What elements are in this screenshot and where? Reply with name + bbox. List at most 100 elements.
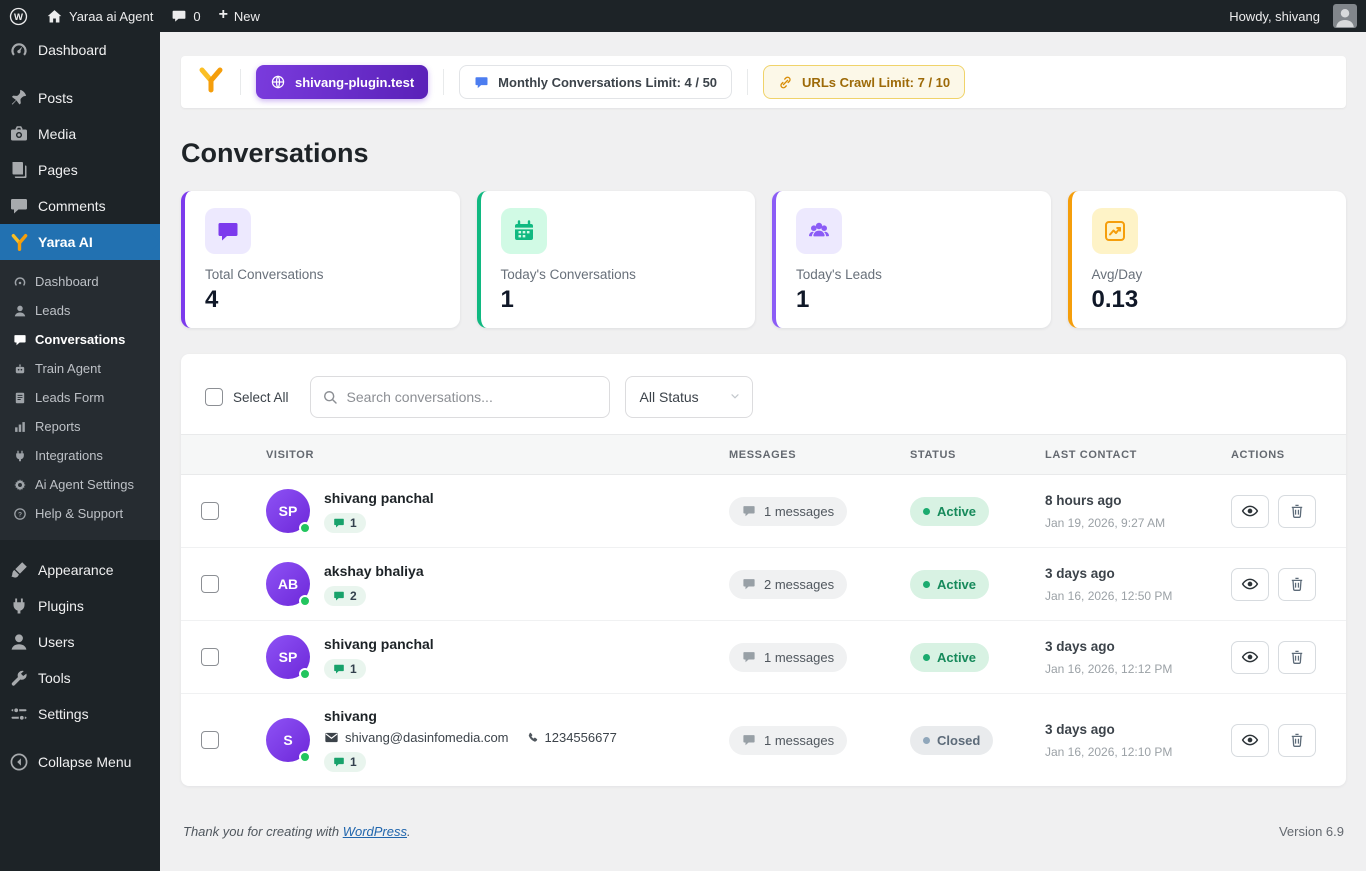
messages-pill: 1 messages: [729, 496, 848, 526]
user-icon: [9, 632, 29, 652]
delete-button[interactable]: [1278, 723, 1316, 757]
sidebar-label: Tools: [38, 670, 71, 686]
page-title: Conversations: [181, 138, 369, 168]
visitor-email: shivang@dasinfomedia.com: [345, 730, 509, 745]
submenu-label: Help & Support: [35, 506, 124, 521]
select-all-checkbox[interactable]: [205, 388, 223, 406]
visitor-name: shivang panchal: [324, 635, 434, 652]
stat-value: 1: [500, 286, 514, 313]
view-button[interactable]: [1231, 567, 1269, 601]
search-input[interactable]: [309, 376, 610, 418]
status-badge: Active: [910, 569, 990, 599]
sidebar-label: Media: [38, 126, 77, 142]
status-text: Closed: [937, 732, 981, 748]
visitor-name: shivang panchal: [324, 489, 434, 506]
visitor-contact: shivang@dasinfomedia.com 1234556677: [324, 730, 617, 745]
howdy-menu[interactable]: Howdy, shivang: [1220, 0, 1366, 32]
globe-icon: [270, 74, 286, 90]
status-filter-value: All Status: [639, 389, 699, 405]
sidebar-item-yaraa-ai[interactable]: Yaraa AI: [0, 224, 160, 260]
site-name-menu[interactable]: Yaraa ai Agent: [37, 0, 162, 32]
submenu-item-ai-agent-settings[interactable]: Ai Agent Settings: [0, 470, 160, 499]
chat-icon: [333, 756, 345, 768]
sidebar-item-pages[interactable]: Pages: [0, 152, 160, 188]
search-box: [309, 376, 610, 418]
site-domain-badge[interactable]: shivang-plugin.test: [256, 65, 429, 99]
row-checkbox[interactable]: [201, 575, 219, 593]
sidebar-item-settings[interactable]: Settings: [0, 696, 160, 732]
submenu-item-reports[interactable]: Reports: [0, 412, 160, 441]
row-checkbox[interactable]: [201, 502, 219, 520]
sidebar-item-users[interactable]: Users: [0, 624, 160, 660]
pages-icon: [9, 160, 29, 180]
view-button[interactable]: [1231, 494, 1269, 528]
footer-thanks: Thank you for creating with WordPress.: [183, 824, 411, 839]
sidebar-item-appearance[interactable]: Appearance: [0, 552, 160, 588]
avatar: S: [266, 718, 311, 763]
view-button[interactable]: [1231, 640, 1269, 674]
delete-button[interactable]: [1278, 640, 1316, 674]
sidebar-item-plugins[interactable]: Plugins: [0, 588, 160, 624]
collapse-menu[interactable]: Collapse Menu: [0, 744, 160, 780]
submenu-item-leads[interactable]: Leads: [0, 296, 160, 325]
message-count-badge: 1: [324, 512, 366, 533]
last-contact-date: Jan 16, 2026, 12:10 PM: [1045, 744, 1173, 759]
comments-menu[interactable]: 0: [162, 0, 209, 32]
submenu-item-conversations[interactable]: Conversations: [0, 325, 160, 354]
people-icon: [796, 208, 842, 254]
wp-logo-menu[interactable]: W: [0, 0, 37, 32]
messages-text: 1 messages: [764, 503, 835, 519]
submenu-item-leads-form[interactable]: Leads Form: [0, 383, 160, 412]
menu-separator: [0, 732, 160, 744]
yaraa-brand-icon: [197, 66, 225, 99]
wordpress-link[interactable]: WordPress: [343, 824, 407, 839]
divider: [443, 69, 445, 95]
visitor-name: shivang: [324, 708, 377, 724]
gear-icon: [13, 478, 27, 492]
message-count-badge: 1: [324, 658, 366, 679]
collapse-icon: [9, 752, 29, 772]
status-text: Active: [937, 649, 977, 665]
gauge-icon: [13, 275, 27, 289]
sidebar-item-tools[interactable]: Tools: [0, 660, 160, 696]
bar-chart-icon: [13, 420, 27, 434]
header-last-contact: LAST CONTACT: [1045, 448, 1137, 461]
form-icon: [13, 391, 27, 405]
stat-value: 4: [205, 286, 219, 313]
messages-text: 1 messages: [764, 732, 835, 748]
row-checkbox[interactable]: [201, 648, 219, 666]
conversations-panel: Select All All Status VISITOR MESSAGES S…: [181, 354, 1346, 786]
status-text: Active: [937, 503, 977, 519]
submenu-item-dashboard[interactable]: Dashboard: [0, 267, 160, 296]
messages-pill: 2 messages: [729, 569, 848, 599]
view-button[interactable]: [1231, 723, 1269, 757]
howdy-text: Howdy, shivang: [1229, 8, 1320, 24]
select-all[interactable]: Select All: [205, 388, 289, 406]
submenu-item-train-agent[interactable]: Train Agent: [0, 354, 160, 383]
submenu-item-help-support[interactable]: ? Help & Support: [0, 499, 160, 528]
status-text: Active: [937, 576, 977, 592]
sidebar-item-comments[interactable]: Comments: [0, 188, 160, 224]
chat-icon: [474, 75, 489, 90]
plug-icon: [9, 596, 29, 616]
yaraa-submenu: Dashboard Leads Conversations Train Agen…: [0, 260, 160, 540]
submenu-label: Dashboard: [35, 274, 99, 289]
new-menu[interactable]: + New: [210, 0, 269, 32]
delete-button[interactable]: [1278, 567, 1316, 601]
status-dot: [923, 653, 930, 661]
sidebar-item-dashboard[interactable]: Dashboard: [0, 32, 160, 68]
avatar-initials: SP: [278, 649, 298, 665]
row-checkbox[interactable]: [201, 731, 219, 749]
submenu-item-integrations[interactable]: Integrations: [0, 441, 160, 470]
messages-text: 1 messages: [764, 649, 835, 665]
submenu-label: Leads Form: [35, 390, 105, 405]
sidebar-item-posts[interactable]: Posts: [0, 80, 160, 116]
delete-button[interactable]: [1278, 494, 1316, 528]
plugin-header-bar: shivang-plugin.test Monthly Conversation…: [181, 56, 1346, 108]
last-contact-relative: 3 days ago: [1045, 721, 1115, 737]
status-filter[interactable]: All Status: [624, 376, 753, 418]
sidebar-label: Dashboard: [38, 42, 107, 58]
sidebar-label: Settings: [38, 706, 89, 722]
sidebar-item-media[interactable]: Media: [0, 116, 160, 152]
calendar-icon: [500, 208, 547, 254]
